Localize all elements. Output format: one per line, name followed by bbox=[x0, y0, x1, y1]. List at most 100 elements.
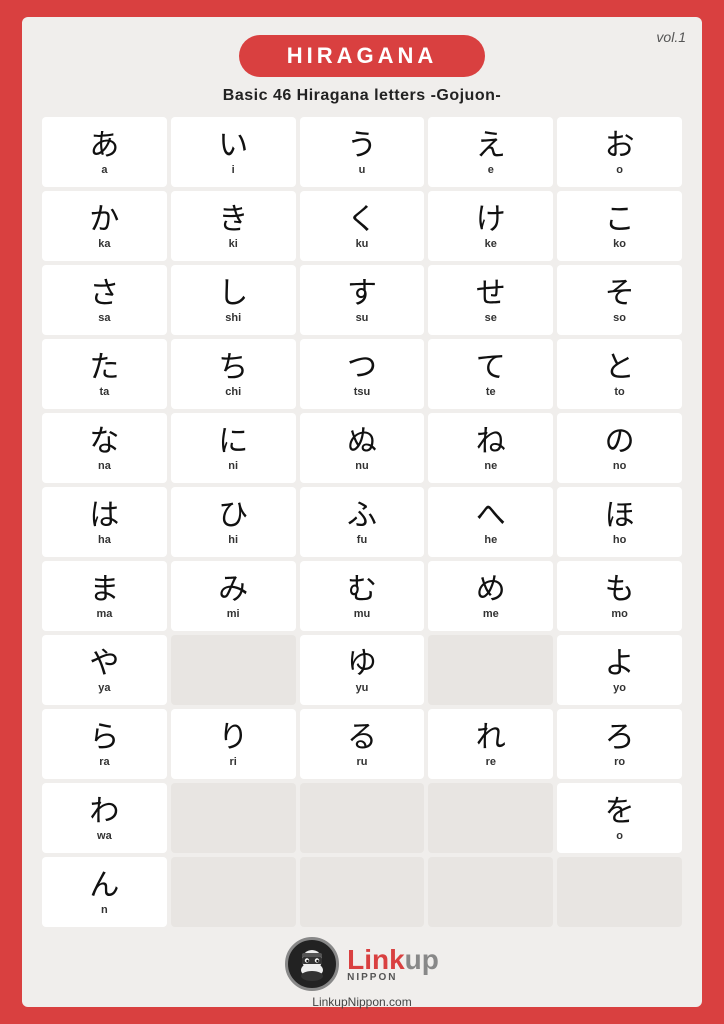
romaji-2-0: sa bbox=[98, 312, 110, 324]
romaji-5-3: he bbox=[484, 534, 497, 546]
romaji-8-2: ru bbox=[356, 756, 367, 768]
cell-0-2: うu bbox=[300, 117, 425, 187]
cell-4-1: にni bbox=[171, 413, 296, 483]
cell-6-3: め me bbox=[428, 561, 553, 631]
romaji-1-4: ko bbox=[613, 238, 626, 250]
kana-6-2: む bbox=[347, 573, 377, 606]
kana-2-2: す bbox=[347, 277, 377, 310]
cell-1-3: け ke bbox=[428, 191, 553, 261]
romaji-0-4: o bbox=[616, 164, 623, 176]
kana-6-1: み bbox=[218, 573, 248, 606]
romaji-7-0: ya bbox=[98, 682, 110, 694]
cell-3-1: ち chi bbox=[171, 339, 296, 409]
romaji-6-2: mu bbox=[354, 608, 371, 620]
cell-7-2: ゆ yu bbox=[300, 635, 425, 705]
cell-1-1: きki bbox=[171, 191, 296, 261]
cell-7-3 bbox=[428, 635, 553, 705]
kana-2-3: せ bbox=[476, 277, 506, 310]
cell-5-2: ふfu bbox=[300, 487, 425, 557]
romaji-9-4: o bbox=[616, 830, 623, 842]
romaji-7-4: yo bbox=[613, 682, 626, 694]
cell-10-1 bbox=[171, 857, 296, 927]
footer: Linkup NIPPON LinkupNippon.com bbox=[285, 937, 439, 1009]
kana-4-0: な bbox=[89, 425, 119, 458]
cell-8-1: り ri bbox=[171, 709, 296, 779]
cell-6-2: む mu bbox=[300, 561, 425, 631]
romaji-2-3: se bbox=[485, 312, 497, 324]
romaji-2-2: su bbox=[356, 312, 369, 324]
romaji-3-1: chi bbox=[225, 386, 241, 398]
kana-8-3: れ bbox=[476, 721, 506, 754]
romaji-1-2: ku bbox=[356, 238, 369, 250]
kana-0-1: い bbox=[218, 129, 248, 162]
cell-4-0: な na bbox=[42, 413, 167, 483]
kana-3-4: と bbox=[605, 351, 635, 384]
romaji-4-1: ni bbox=[228, 460, 238, 472]
romaji-0-2: u bbox=[359, 164, 366, 176]
kana-3-0: た bbox=[89, 351, 119, 384]
kana-9-4: を bbox=[605, 795, 635, 828]
romaji-4-0: na bbox=[98, 460, 111, 472]
kana-5-3: へ bbox=[476, 499, 506, 532]
kana-2-1: し bbox=[218, 277, 248, 310]
kana-5-4: ほ bbox=[605, 499, 635, 532]
cell-1-4: こko bbox=[557, 191, 682, 261]
romaji-10-0: n bbox=[101, 904, 108, 916]
cell-6-0: ま ma bbox=[42, 561, 167, 631]
kana-7-0: や bbox=[89, 647, 119, 680]
title-text: HIRAGANA bbox=[287, 43, 438, 68]
ninja-icon bbox=[285, 937, 339, 991]
cell-5-0: はha bbox=[42, 487, 167, 557]
romaji-6-3: me bbox=[483, 608, 499, 620]
kana-1-0: か bbox=[89, 203, 119, 236]
romaji-5-0: ha bbox=[98, 534, 111, 546]
cell-0-4: おo bbox=[557, 117, 682, 187]
romaji-3-3: te bbox=[486, 386, 496, 398]
romaji-0-3: e bbox=[488, 164, 494, 176]
kana-4-2: ぬ bbox=[347, 425, 377, 458]
kana-5-2: ふ bbox=[347, 499, 377, 532]
romaji-8-1: ri bbox=[230, 756, 237, 768]
romaji-4-3: ne bbox=[484, 460, 497, 472]
kana-4-3: ね bbox=[476, 425, 506, 458]
romaji-2-1: shi bbox=[225, 312, 241, 324]
romaji-6-0: ma bbox=[96, 608, 112, 620]
romaji-8-3: re bbox=[486, 756, 496, 768]
kana-3-3: て bbox=[476, 351, 506, 384]
romaji-1-3: ke bbox=[485, 238, 497, 250]
cell-9-0: わwa bbox=[42, 783, 167, 853]
cell-5-4: ほho bbox=[557, 487, 682, 557]
cell-9-3 bbox=[428, 783, 553, 853]
vol-label: vol.1 bbox=[656, 29, 686, 45]
cell-7-4: よyo bbox=[557, 635, 682, 705]
hiragana-grid: あaいiうuえeおoかkaきkiくkuけkeこkoさsaしshiすsuせseそs… bbox=[42, 117, 682, 927]
cell-9-1 bbox=[171, 783, 296, 853]
cell-1-2: くku bbox=[300, 191, 425, 261]
cell-8-4: ろro bbox=[557, 709, 682, 779]
cell-3-3: て te bbox=[428, 339, 553, 409]
romaji-0-0: a bbox=[101, 164, 107, 176]
kana-6-3: め bbox=[476, 573, 506, 606]
kana-0-3: え bbox=[476, 129, 506, 162]
cell-6-4: もmo bbox=[557, 561, 682, 631]
kana-5-1: ひ bbox=[218, 499, 248, 532]
cell-10-2 bbox=[300, 857, 425, 927]
romaji-2-4: so bbox=[613, 312, 626, 324]
kana-8-1: り bbox=[218, 721, 248, 754]
romaji-3-0: ta bbox=[100, 386, 110, 398]
kana-1-3: け bbox=[476, 203, 506, 236]
cell-9-4: をo bbox=[557, 783, 682, 853]
kana-0-4: お bbox=[605, 129, 635, 162]
romaji-0-1: i bbox=[232, 164, 235, 176]
kana-3-1: ち bbox=[218, 351, 248, 384]
cell-2-1: し shi bbox=[171, 265, 296, 335]
kana-9-0: わ bbox=[89, 795, 119, 828]
cell-4-3: ね ne bbox=[428, 413, 553, 483]
kana-7-2: ゆ bbox=[347, 647, 377, 680]
logo-area: Linkup NIPPON bbox=[285, 937, 439, 991]
cell-5-3: へ he bbox=[428, 487, 553, 557]
romaji-7-2: yu bbox=[356, 682, 369, 694]
kana-6-0: ま bbox=[89, 573, 119, 606]
cell-2-3: せ se bbox=[428, 265, 553, 335]
website-link: LinkupNippon.com bbox=[312, 995, 411, 1009]
